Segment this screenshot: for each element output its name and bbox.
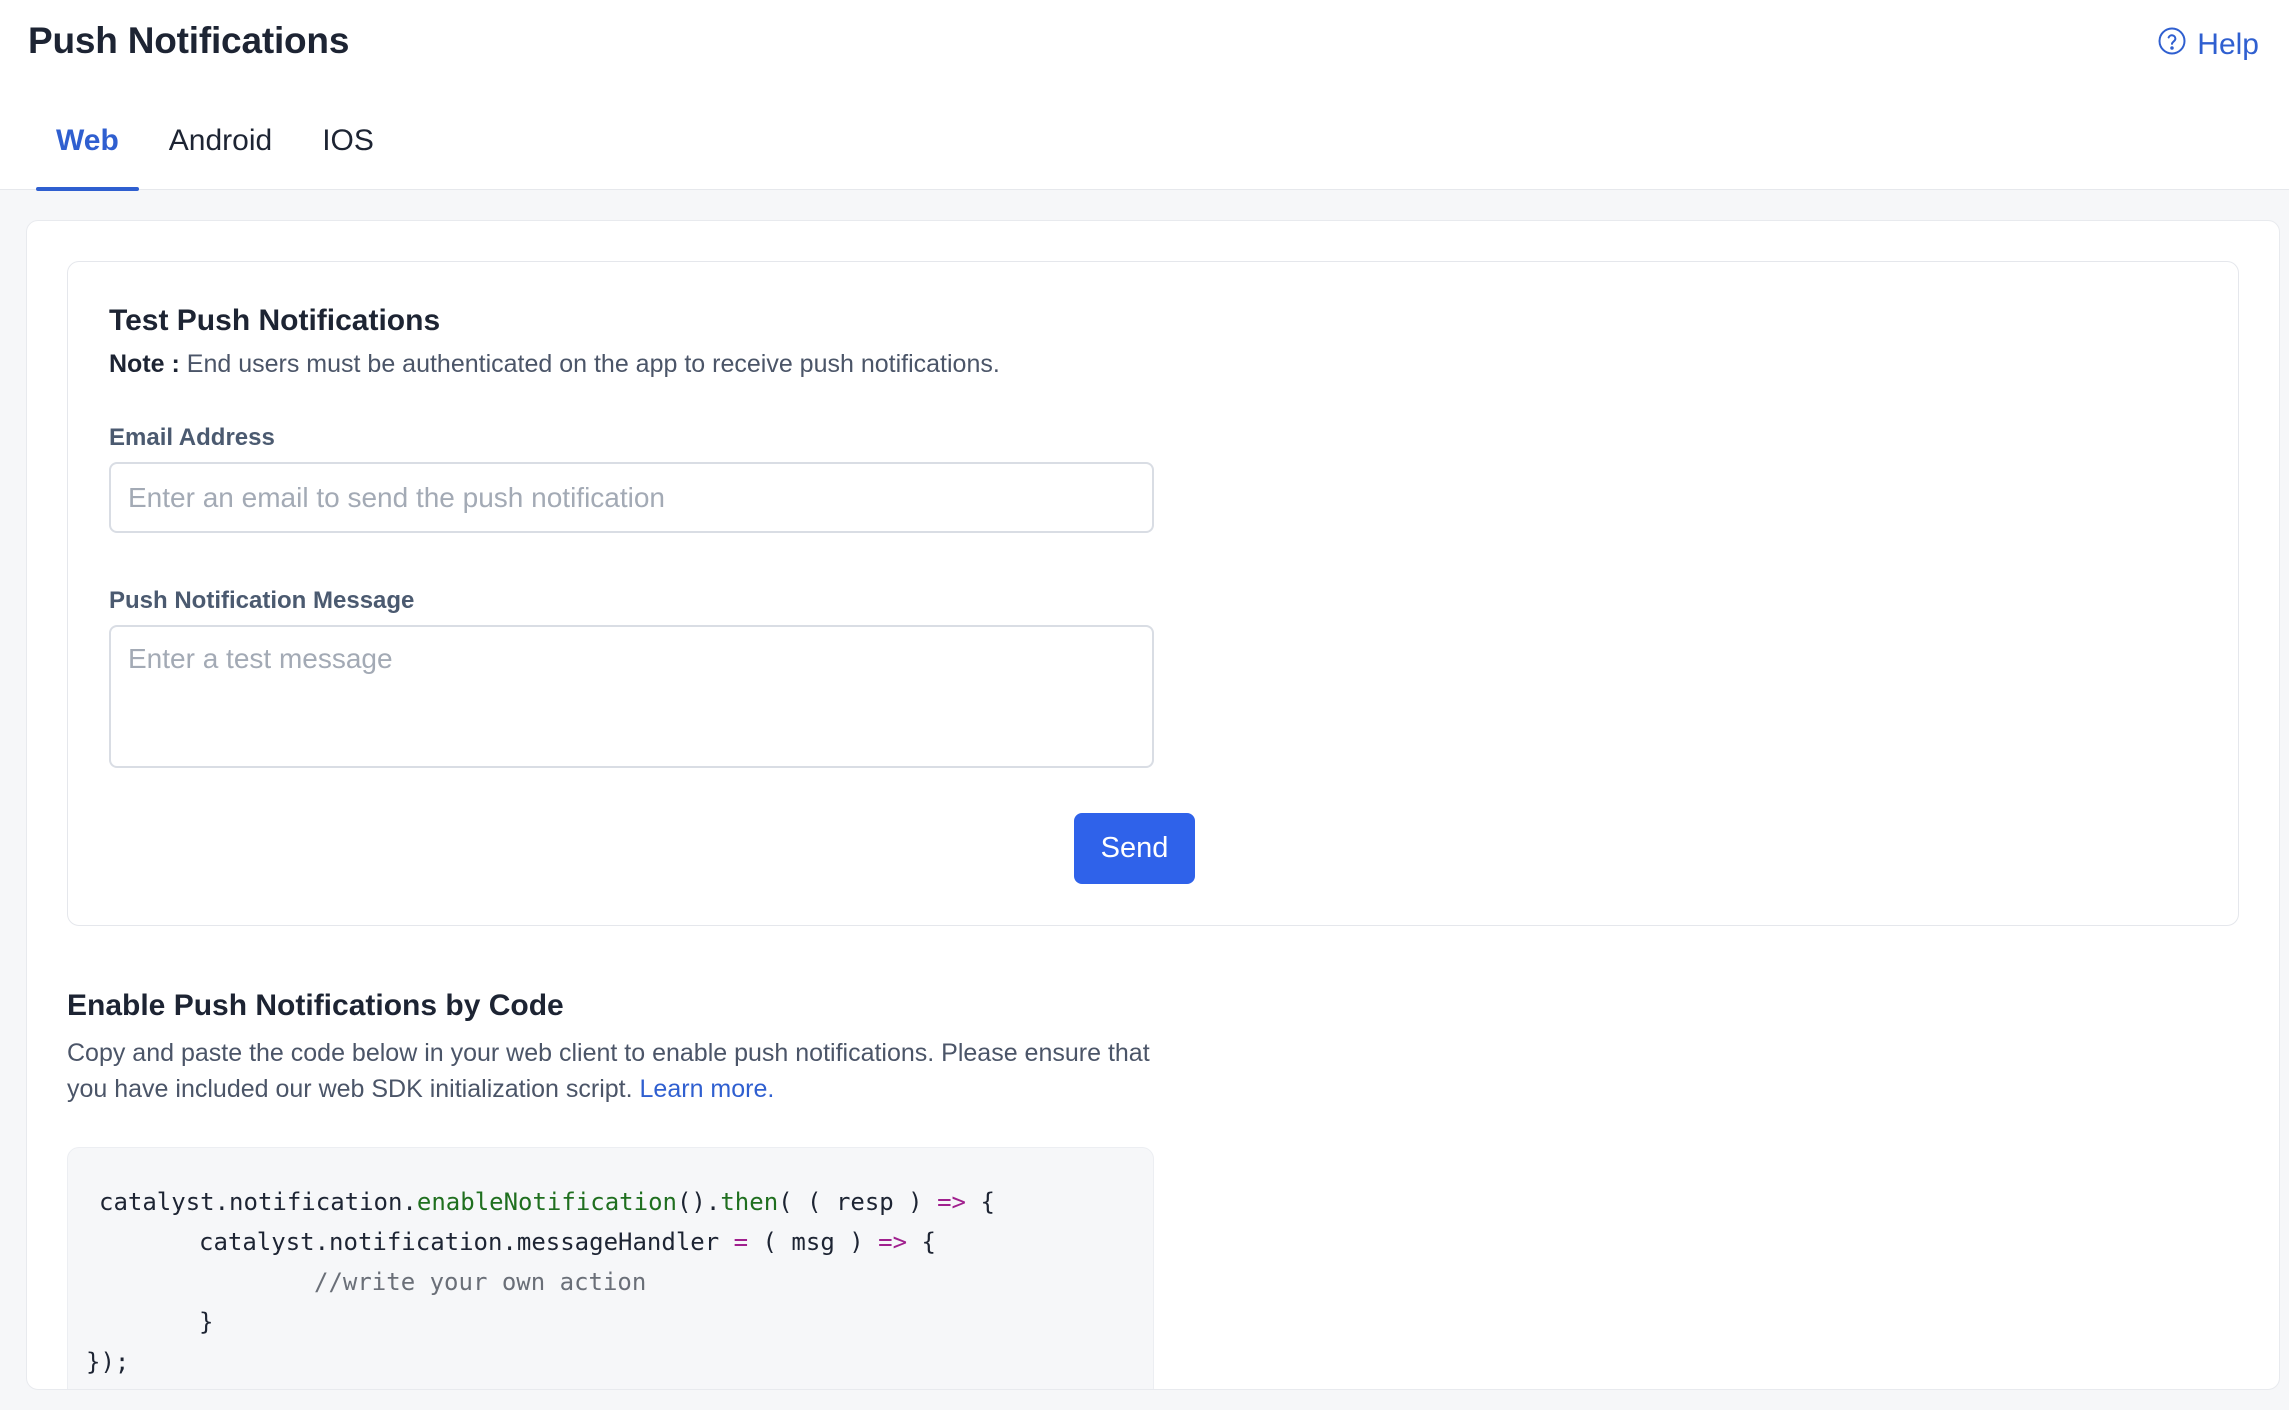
web-settings-panel: Test Push Notifications Note : End users… [26,220,2280,1390]
page-title: Push Notifications [28,20,350,61]
platform-tabs: Web Android IOS [36,110,404,191]
message-label: Push Notification Message [109,587,415,614]
email-field[interactable] [109,462,1154,533]
help-link[interactable]: Help [2157,26,2259,64]
code-section-description: Copy and paste the code below in your we… [67,1035,1177,1107]
help-circle-icon [2157,26,2187,64]
send-button[interactable]: Send [1074,813,1195,884]
tab-ios[interactable]: IOS [302,110,394,190]
test-push-title: Test Push Notifications [109,304,441,337]
code-section-title: Enable Push Notifications by Code [67,989,564,1022]
header-bar: Push Notifications Help Web Android IOS [0,0,2289,191]
code-snippet[interactable]: catalyst.notification.enableNotification… [67,1147,1154,1389]
learn-more-link[interactable]: Learn more. [640,1075,775,1103]
message-field[interactable] [109,625,1154,768]
code-line: catalyst.notification.messageHandler = (… [199,1228,936,1256]
tab-android[interactable]: Android [149,110,292,190]
email-label: Email Address [109,424,275,451]
description-text: Copy and paste the code below in your we… [67,1039,1150,1103]
note-label: Note : [109,350,180,378]
help-label: Help [2197,28,2259,61]
note-text: End users must be authenticated on the a… [186,350,1000,378]
tab-web[interactable]: Web [36,110,139,191]
auth-note: Note : End users must be authenticated o… [109,350,1000,379]
code-line: }); [86,1348,130,1376]
code-comment: //write your own action [314,1268,647,1296]
code-line: } [199,1308,214,1336]
code-line: catalyst.notification.enableNotification… [99,1188,995,1216]
test-push-card: Test Push Notifications Note : End users… [67,261,2239,926]
